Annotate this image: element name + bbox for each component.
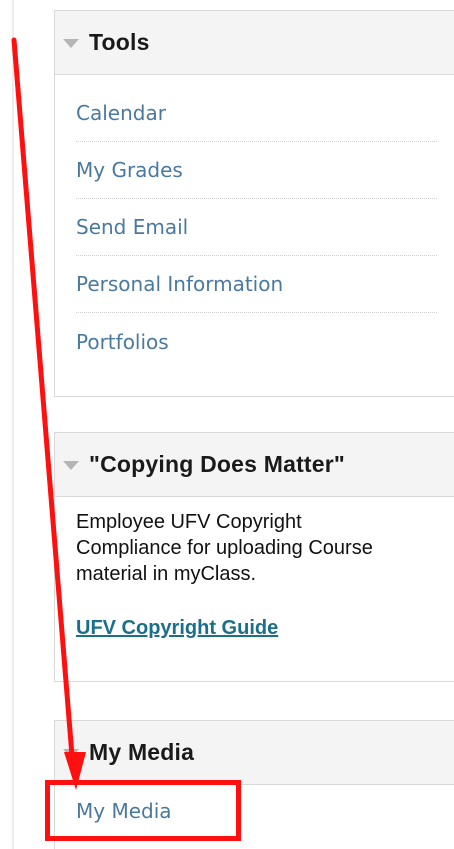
caret-down-icon[interactable] [63, 461, 79, 470]
tools-list-item: Send Email [76, 199, 437, 256]
copyright-guide-link[interactable]: UFV Copyright Guide [76, 617, 278, 640]
copying-module-title: "Copying Does Matter" [89, 451, 346, 477]
copyright-notice-text: Employee UFV Copyright Compliance for up… [76, 511, 373, 585]
copying-module-header[interactable]: "Copying Does Matter" [55, 433, 454, 497]
highlight-box [45, 780, 241, 841]
send-email-link[interactable]: Send Email [76, 215, 188, 239]
calendar-link[interactable]: Calendar [76, 101, 166, 125]
copying-module: "Copying Does Matter" Employee UFV Copyr… [54, 432, 454, 682]
left-divider [12, 0, 14, 849]
page: Tools Calendar My Grades Send Email Pers… [0, 0, 454, 849]
tools-module-header[interactable]: Tools [55, 11, 454, 75]
my-media-module-title: My Media [89, 739, 195, 765]
my-media-module-header[interactable]: My Media [55, 721, 454, 785]
copying-module-body: Employee UFV Copyright Compliance for up… [55, 497, 454, 640]
tools-module: Tools Calendar My Grades Send Email Pers… [54, 10, 454, 397]
tools-list: Calendar My Grades Send Email Personal I… [55, 75, 454, 370]
tools-list-item: My Grades [76, 142, 437, 199]
tools-list-item: Portfolios [76, 313, 437, 370]
tools-list-item: Calendar [76, 85, 437, 142]
caret-down-icon[interactable] [63, 39, 79, 48]
my-grades-link[interactable]: My Grades [76, 158, 183, 182]
personal-information-link[interactable]: Personal Information [76, 272, 283, 296]
caret-down-icon[interactable] [63, 749, 79, 758]
portfolios-link[interactable]: Portfolios [76, 330, 169, 354]
tools-list-item: Personal Information [76, 256, 437, 313]
tools-module-title: Tools [89, 29, 150, 55]
